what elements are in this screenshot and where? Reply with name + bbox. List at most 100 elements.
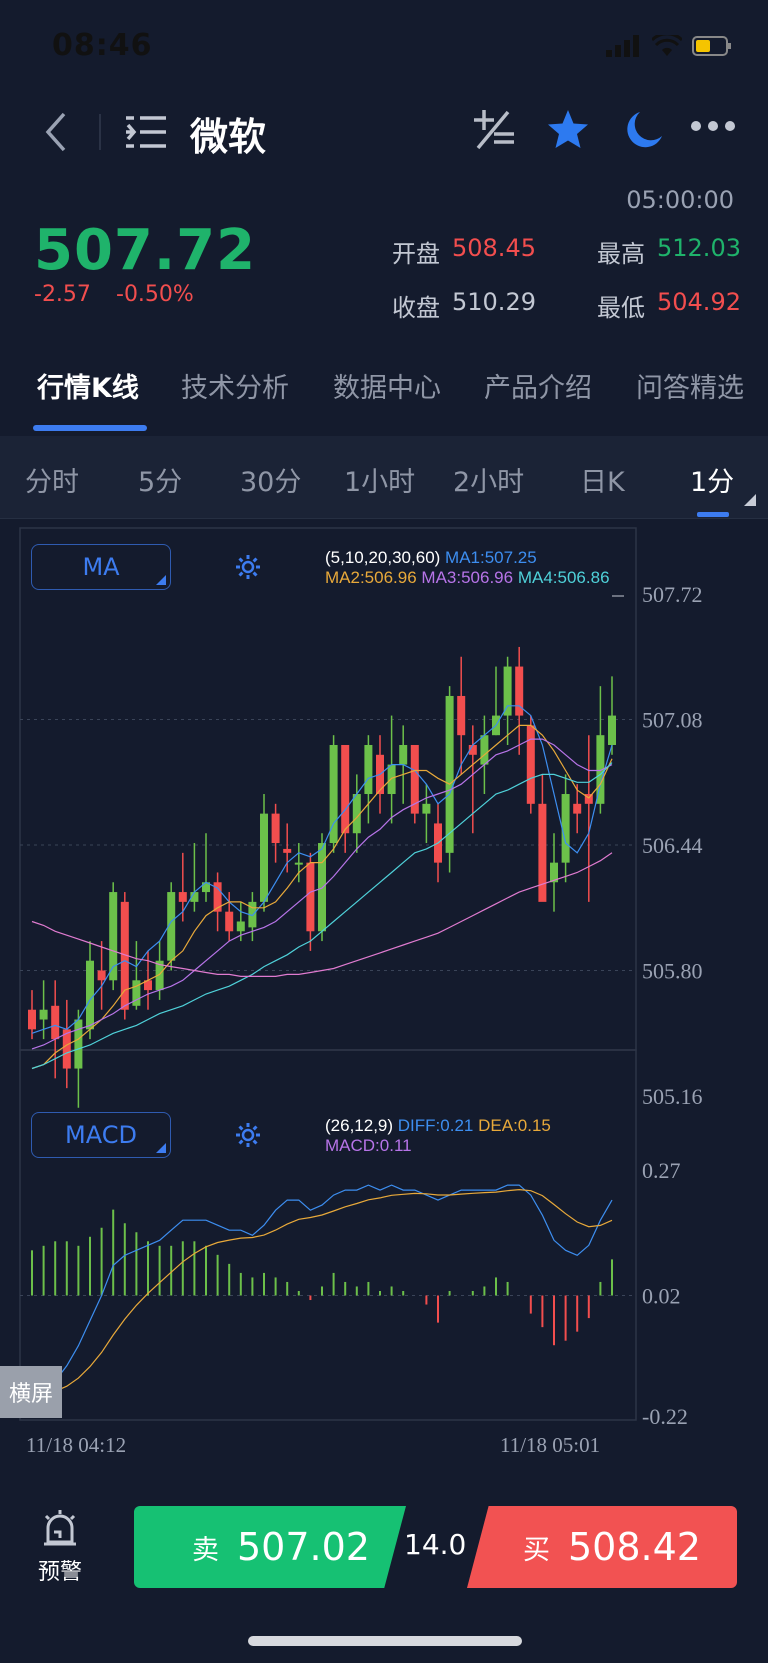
period-more-corner[interactable] — [744, 494, 756, 506]
candle-body — [457, 695, 466, 736]
macd-tick-label: 0.02 — [642, 1284, 681, 1309]
candle-body — [318, 843, 326, 932]
tab-kline[interactable]: 行情K线 — [37, 366, 139, 405]
candle-body — [74, 1019, 83, 1069]
sell-button[interactable]: 卖 507.02 — [134, 1506, 406, 1588]
period-30m[interactable]: 30分 — [240, 460, 301, 499]
candle-body — [538, 803, 547, 902]
more-icon[interactable] — [690, 120, 736, 132]
candle-body — [573, 803, 582, 814]
status-icons — [606, 34, 732, 58]
price-tick-label: 505.16 — [642, 1084, 703, 1109]
buy-button[interactable]: 买 508.42 — [467, 1506, 737, 1588]
period-1h[interactable]: 1小时 — [344, 460, 415, 499]
nav-separator — [99, 114, 101, 150]
candle-body — [236, 921, 245, 932]
candle-body — [561, 794, 570, 863]
list-icon[interactable] — [126, 114, 166, 150]
diff-value: DIFF:0.21 — [397, 1116, 474, 1135]
candle-body — [422, 803, 431, 814]
candle-body — [341, 744, 350, 834]
candle-body — [387, 764, 396, 795]
candle-body — [260, 813, 268, 902]
ma2-value: MA2:506.96 — [325, 568, 417, 587]
period-1m[interactable]: 1分 — [690, 460, 734, 499]
candle-body — [503, 666, 512, 716]
candle-body — [608, 715, 616, 745]
macd-indicator-button[interactable]: MACD — [31, 1112, 171, 1158]
status-time: 08:46 — [52, 28, 153, 63]
candle-body — [480, 735, 489, 765]
ma1-value: MA1:507.25 — [445, 548, 537, 567]
tab-technical[interactable]: 技术分析 — [181, 366, 289, 405]
candle-body — [86, 960, 94, 1030]
price-change-pct: -0.50% — [116, 282, 194, 307]
candle-body — [526, 725, 535, 804]
candle-body — [294, 862, 303, 865]
tab-qa[interactable]: 问答精选 — [636, 366, 744, 405]
price-tick-label: 507.08 — [642, 708, 703, 733]
moon-icon[interactable] — [622, 108, 666, 152]
candle-body — [399, 744, 408, 765]
home-indicator — [248, 1636, 522, 1646]
quote-timestamp: 05:00:00 — [626, 186, 734, 214]
ma-indicator-button[interactable]: MA — [31, 544, 171, 590]
buy-label: 买 — [523, 1534, 550, 1566]
tab-indicator — [33, 425, 147, 431]
period-timeshare[interactable]: 分时 — [25, 460, 79, 499]
close-label: 收盘 — [392, 294, 440, 322]
candle-body — [445, 695, 454, 853]
sell-price: 507.02 — [237, 1525, 370, 1569]
candle-body — [225, 911, 234, 932]
candle-body — [283, 848, 292, 853]
macd-params: (26,12,9) — [325, 1116, 394, 1135]
x-axis-label-start: 11/18 04:12 — [26, 1433, 126, 1457]
ma-legend: (5,10,20,30,60) MA1:507.25 MA2:506.96 MA… — [325, 548, 610, 588]
price-tick-label: 506.44 — [642, 833, 703, 858]
macd-tick-label: -0.22 — [642, 1404, 688, 1429]
alert-label[interactable]: 预警 — [38, 1554, 82, 1586]
candle-body — [97, 970, 106, 981]
ma-settings-gear-icon[interactable] — [235, 554, 261, 580]
page-title: 微软 — [190, 115, 267, 159]
kline-chart[interactable]: 507.72 507.08 506.44 505.80 505.16 0.27 0.02 -0… — [0, 518, 768, 1470]
candle-body — [28, 1009, 36, 1030]
x-axis-label-end: 11/18 05:01 — [500, 1433, 600, 1457]
macd-value: MACD:0.11 — [325, 1136, 412, 1155]
tab-product[interactable]: 产品介绍 — [484, 366, 592, 405]
buy-price: 508.42 — [568, 1525, 701, 1569]
period-day[interactable]: 日K — [580, 460, 625, 499]
candle-body — [306, 862, 315, 932]
wifi-icon — [652, 35, 682, 56]
macd-tick-label: 0.27 — [642, 1158, 681, 1183]
macd-legend: (26,12,9) DIFF:0.21 DEA:0.15 MACD:0.11 — [325, 1116, 551, 1156]
open-value: 508.45 — [452, 234, 536, 262]
dea-value: DEA:0.15 — [478, 1116, 551, 1135]
back-icon[interactable] — [40, 110, 70, 154]
price-change: -2.57 — [34, 282, 91, 307]
plus-minus-icon[interactable] — [472, 108, 516, 152]
last-price: 507.72 — [34, 218, 257, 283]
open-label: 开盘 — [392, 240, 440, 268]
ma-params: (5,10,20,30,60) — [325, 548, 441, 567]
ma4-value: MA4:506.86 — [517, 568, 610, 587]
close-value: 510.29 — [452, 288, 536, 316]
star-icon[interactable] — [546, 108, 590, 152]
period-indicator — [697, 512, 729, 517]
candle-body — [178, 892, 187, 902]
macd-settings-gear-icon[interactable] — [235, 1122, 261, 1148]
candle-body — [51, 1005, 60, 1040]
signal-icon — [606, 35, 639, 57]
high-value: 512.03 — [657, 234, 741, 262]
low-label: 最低 — [597, 294, 645, 322]
battery-icon — [692, 36, 731, 56]
landscape-button[interactable]: 横屏 — [0, 1366, 62, 1418]
alarm-bell-icon[interactable] — [42, 1508, 78, 1548]
period-5m[interactable]: 5分 — [138, 460, 182, 499]
price-tick-label: 505.80 — [642, 959, 703, 984]
candle-body — [364, 744, 373, 795]
period-2h[interactable]: 2小时 — [453, 460, 524, 499]
tab-data-center[interactable]: 数据中心 — [333, 366, 441, 405]
low-value: 504.92 — [657, 288, 741, 316]
high-label: 最高 — [597, 240, 645, 268]
